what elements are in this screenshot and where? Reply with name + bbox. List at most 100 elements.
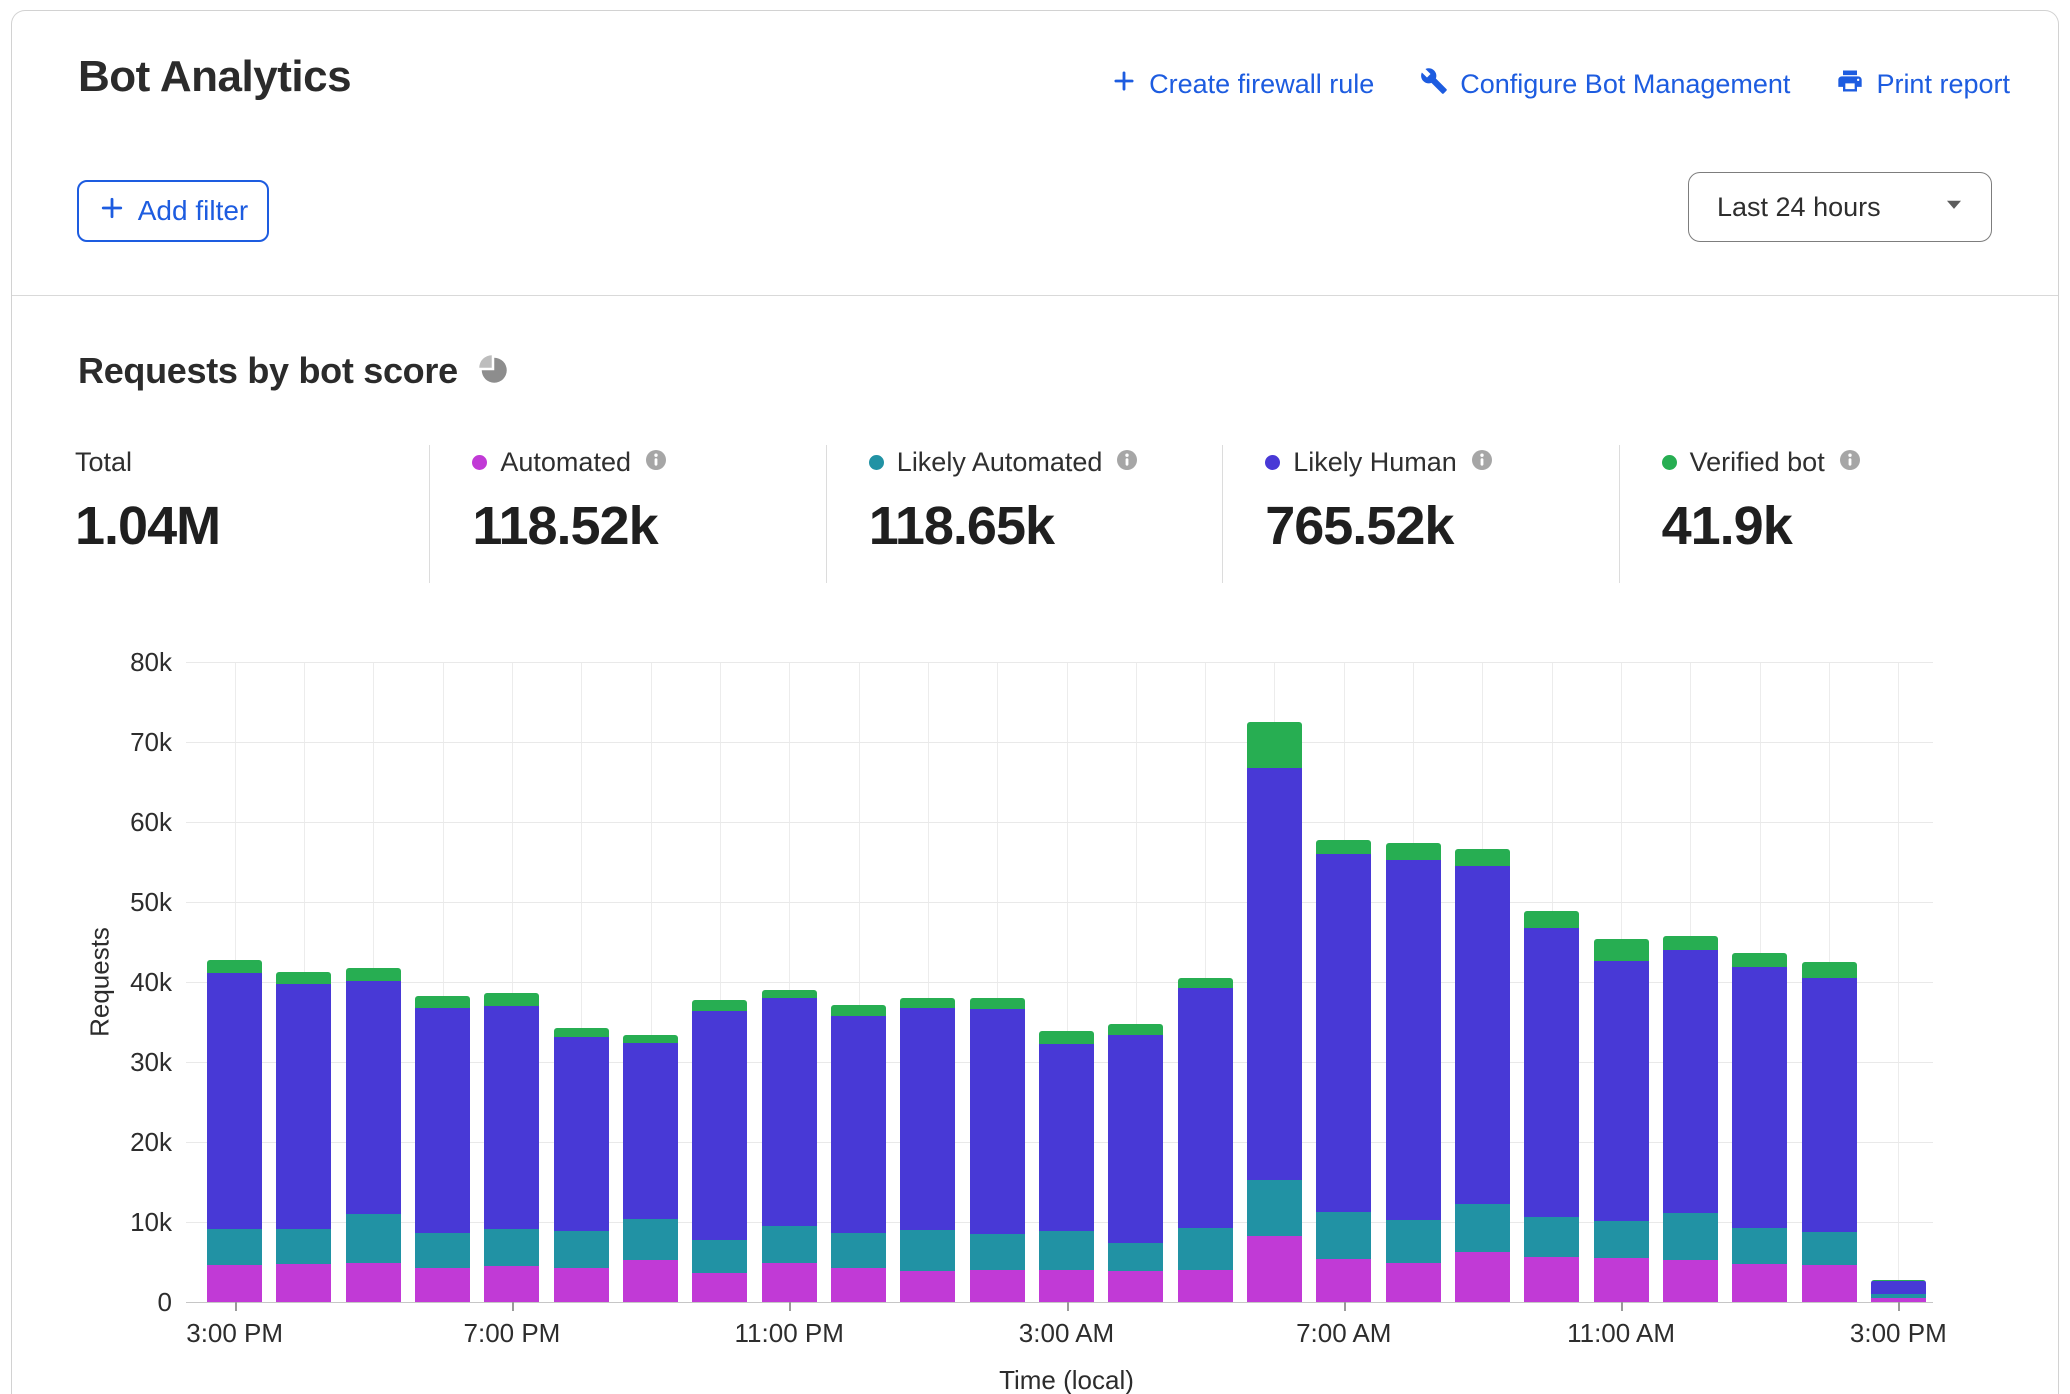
print-report-link[interactable]: Print report [1836,67,2010,102]
bar-segment-automated [276,1264,331,1302]
bar-segment-likely-human [970,1009,1025,1234]
bar[interactable] [762,990,817,1302]
bar-segment-verified-bot [346,968,401,981]
bar-segment-verified-bot [692,1000,747,1010]
time-range-select[interactable]: Last 24 hours [1688,172,1992,242]
configure-bot-management-link[interactable]: Configure Bot Management [1420,67,1790,102]
bar[interactable] [276,972,331,1302]
bar-segment-likely-human [1316,854,1371,1212]
bar[interactable] [692,1000,747,1302]
bar-segment-likely-automated [1524,1217,1579,1257]
bar-segment-verified-bot [484,993,539,1006]
y-axis-label: 70k [60,726,172,758]
bar[interactable] [1524,911,1579,1302]
x-axis-label: 7:00 AM [1244,1318,1444,1349]
bar-segment-likely-automated [346,1214,401,1263]
bar[interactable] [1871,1280,1926,1302]
bar[interactable] [831,1005,886,1302]
bar-segment-likely-automated [900,1230,955,1271]
bar-segment-likely-automated [692,1240,747,1274]
stat-value: 41.9k [1662,495,2015,557]
bar-segment-likely-automated [276,1229,331,1264]
bar-segment-verified-bot [1178,978,1233,988]
bar[interactable] [346,968,401,1302]
stat-likely-automated: Likely Automated 118.65k [826,445,1222,583]
bar-segment-likely-human [346,981,401,1214]
bar-segment-likely-human [207,973,262,1229]
bar-segment-likely-human [554,1037,609,1231]
bar[interactable] [415,996,470,1302]
bar-segment-automated [346,1263,401,1302]
bar[interactable] [1316,840,1371,1302]
bar-segment-likely-human [1594,961,1649,1221]
y-axis-label: 50k [60,886,172,918]
bar[interactable] [554,1028,609,1302]
bar[interactable] [1732,953,1787,1302]
bar[interactable] [207,960,262,1302]
info-icon[interactable] [1115,448,1139,477]
bar[interactable] [900,998,955,1302]
bar-segment-likely-automated [1247,1180,1302,1235]
add-filter-button[interactable]: Add filter [77,180,269,242]
bar-segment-likely-automated [1455,1204,1510,1252]
y-axis-label: 60k [60,806,172,838]
x-axis-tick [1621,1302,1623,1311]
info-icon[interactable] [644,448,668,477]
bar[interactable] [970,998,1025,1302]
bar-segment-likely-automated [1802,1232,1857,1266]
bar-segment-verified-bot [1663,936,1718,950]
bar[interactable] [1247,722,1302,1302]
x-axis-title: Time (local) [867,1365,1267,1394]
bar[interactable] [1178,978,1233,1302]
bar-segment-automated [1594,1258,1649,1302]
x-axis-label: 3:00 AM [967,1318,1167,1349]
link-label: Configure Bot Management [1460,69,1790,100]
bar[interactable] [1663,936,1718,1302]
bar-segment-likely-human [1524,928,1579,1218]
x-axis-tick [1898,1302,1900,1311]
bar[interactable] [1039,1031,1094,1302]
section-header: Requests by bot score [78,350,508,392]
bar-segment-likely-human [831,1016,886,1234]
x-axis-label: 7:00 PM [412,1318,612,1349]
create-firewall-rule-link[interactable]: Create firewall rule [1111,68,1374,101]
bar-segment-automated [1178,1270,1233,1302]
plus-icon [98,194,126,229]
bar[interactable] [1108,1024,1163,1302]
bar-segment-likely-human [692,1011,747,1240]
link-label: Print report [1876,69,2010,100]
info-icon[interactable] [1838,448,1862,477]
bar-segment-verified-bot [207,960,262,973]
stat-value: 118.65k [869,495,1222,557]
bar[interactable] [484,993,539,1302]
bar-segment-likely-human [1663,950,1718,1213]
bar-segment-likely-human [1802,978,1857,1232]
bar-segment-automated [1039,1270,1094,1302]
bar-segment-automated [1732,1264,1787,1302]
bar[interactable] [1386,843,1441,1302]
header-divider [12,295,2058,296]
x-axis-tick [1344,1302,1346,1311]
stat-value: 118.52k [472,495,825,557]
info-icon[interactable] [1470,448,1494,477]
bar-segment-automated [554,1268,609,1302]
bar-segment-likely-human [1247,768,1302,1180]
automated-dot-icon [472,455,487,470]
bar-segment-verified-bot [900,998,955,1008]
bar-segment-automated [1663,1260,1718,1302]
bar-segment-likely-automated [554,1231,609,1269]
bar[interactable] [1594,939,1649,1302]
bar-segment-automated [1108,1271,1163,1302]
bar-segment-automated [415,1268,470,1302]
bar[interactable] [1455,849,1510,1302]
bar-segment-verified-bot [1386,843,1441,860]
bar[interactable] [623,1035,678,1302]
bar-segment-likely-human [1386,860,1441,1220]
bar-segment-likely-human [1108,1035,1163,1243]
y-axis-label: 10k [60,1206,172,1238]
x-axis-label: 3:00 PM [135,1318,335,1349]
stats-row: Total 1.04M Automated 118.52k Likely Aut… [75,445,2015,583]
bar[interactable] [1802,962,1857,1302]
bar-segment-automated [1247,1236,1302,1302]
bar-segment-automated [1386,1263,1441,1302]
